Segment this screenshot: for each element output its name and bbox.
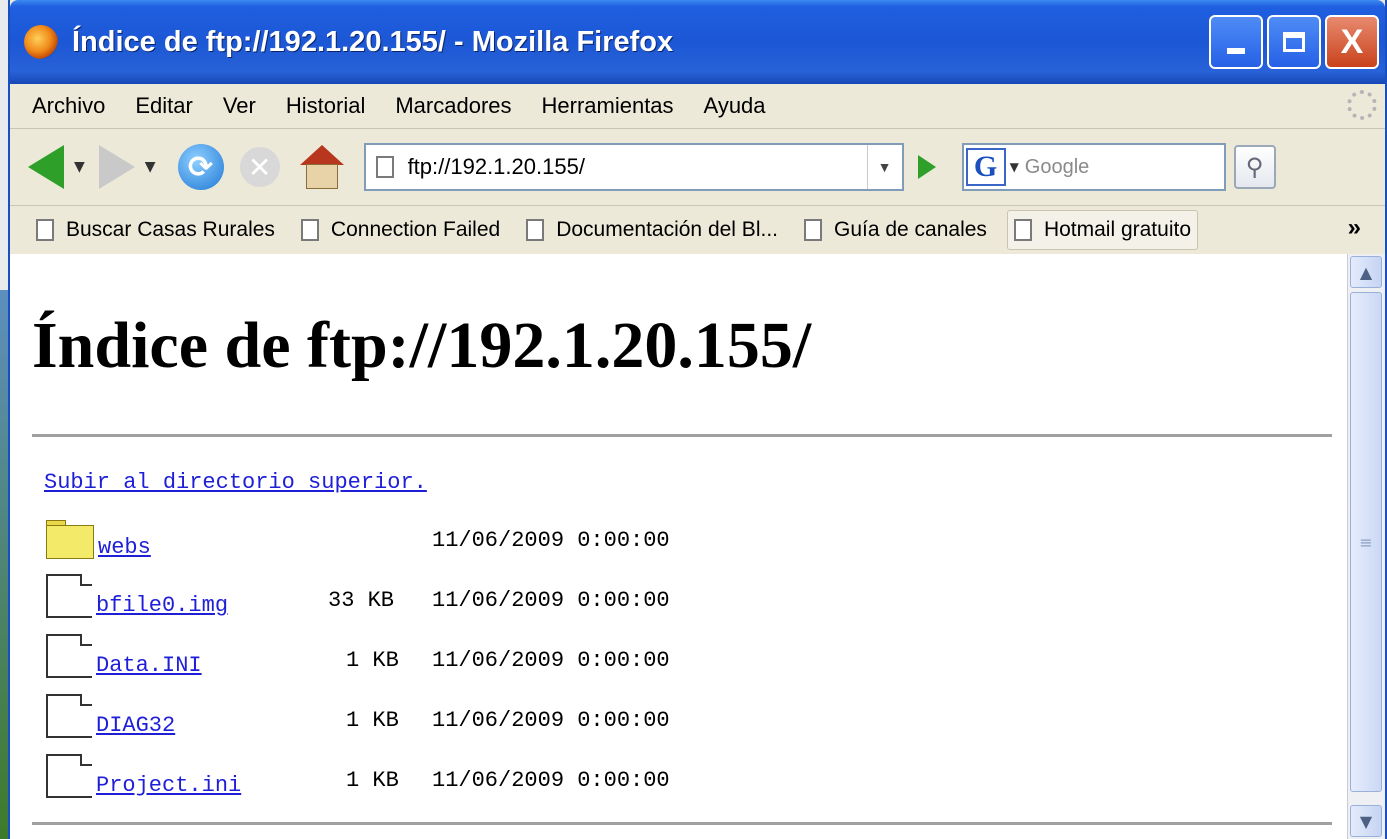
entry-size: 1 KB (346, 768, 399, 793)
parent-directory-link[interactable]: Subir al directorio superior. (44, 470, 427, 495)
page-content: Índice de ftp://192.1.20.155/ Subir al d… (10, 254, 1349, 839)
menu-bar: Archivo Editar Ver Historial Marcadores … (10, 84, 1385, 129)
listing-row: Data.INI (46, 634, 202, 678)
menu-ver[interactable]: Ver (223, 93, 256, 119)
search-input[interactable]: Google (1025, 156, 1090, 179)
bookmark-page-icon (804, 219, 822, 241)
folder-icon[interactable] (46, 520, 94, 560)
menu-historial[interactable]: Historial (286, 93, 365, 119)
entry-size: 33 KB (328, 588, 395, 613)
bookmark-item[interactable]: Buscar Casas Rurales (30, 210, 281, 250)
url-text[interactable]: ftp://192.1.20.155/ (408, 154, 585, 180)
search-button[interactable]: ⚲ (1233, 145, 1276, 189)
forward-button[interactable] (98, 145, 135, 189)
menu-archivo[interactable]: Archivo (32, 93, 105, 119)
entry-link[interactable]: webs (98, 535, 151, 560)
entry-date: 11/06/2009 0:00:00 (432, 648, 670, 673)
entry-link[interactable]: Data.INI (96, 653, 202, 678)
chevron-down-icon: ▼ (1359, 811, 1373, 831)
listing-row: webs (46, 516, 151, 560)
close-button[interactable]: X (1325, 15, 1379, 69)
entry-size: 1 KB (346, 708, 399, 733)
chevron-up-icon: ▲ (1359, 262, 1373, 282)
page-heading: Índice de ftp://192.1.20.155/ (32, 309, 812, 382)
page-icon (375, 156, 394, 178)
file-icon[interactable] (46, 694, 92, 738)
file-icon[interactable] (46, 754, 92, 798)
entry-link[interactable]: DIAG32 (96, 713, 175, 738)
back-button[interactable] (28, 145, 64, 189)
search-engine-dropdown[interactable]: ▼ (1010, 160, 1019, 174)
listing-row: bfile0.img (46, 574, 228, 618)
navigation-toolbar: ▼ ▼ ⟳ ✕ ftp://192.1.20.155/ ▼ G ▼ Google… (10, 129, 1385, 206)
entry-link[interactable]: bfile0.img (96, 593, 228, 618)
maximize-icon (1283, 32, 1305, 52)
bookmark-item[interactable]: Documentación del Bl... (520, 210, 784, 250)
scrollbar-thumb[interactable]: ≡ (1350, 292, 1382, 792)
file-icon[interactable] (46, 574, 92, 618)
scroll-up-button[interactable]: ▲ (1350, 256, 1382, 288)
activity-throbber-icon (1347, 90, 1377, 120)
listing-row: Project.ini (46, 754, 241, 798)
entry-link[interactable]: Project.ini (96, 773, 241, 798)
go-icon[interactable] (917, 155, 936, 179)
bookmark-page-icon (36, 219, 54, 241)
browser-window: Índice de ftp://192.1.20.155/ - Mozilla … (8, 0, 1387, 839)
maximize-button[interactable] (1267, 15, 1321, 69)
bookmarks-overflow-chevron[interactable]: » (1348, 214, 1361, 242)
entry-date: 11/06/2009 0:00:00 (432, 768, 670, 793)
reload-icon: ⟳ (187, 149, 214, 185)
minimize-icon (1227, 48, 1245, 54)
forward-history-dropdown[interactable]: ▼ (145, 159, 156, 175)
magnifier-icon: ⚲ (1245, 153, 1264, 181)
firefox-icon (24, 25, 58, 59)
bookmark-page-icon (1013, 219, 1032, 241)
entry-date: 11/06/2009 0:00:00 (432, 708, 670, 733)
search-engine-logo[interactable]: G (965, 148, 1006, 186)
bookmark-item[interactable]: Hotmail gratuito (1006, 210, 1198, 250)
menu-marcadores[interactable]: Marcadores (395, 93, 511, 119)
reload-button[interactable]: ⟳ (177, 144, 224, 190)
menu-ayuda[interactable]: Ayuda (704, 93, 766, 119)
entry-size: 1 KB (346, 648, 399, 673)
minimize-button[interactable] (1209, 15, 1263, 69)
forward-arrow-icon (98, 145, 135, 189)
bookmark-item[interactable]: Connection Failed (295, 210, 506, 250)
close-icon: X (1340, 22, 1364, 61)
entry-date: 11/06/2009 0:00:00 (432, 528, 670, 553)
stop-icon: ✕ (247, 150, 272, 184)
search-bar[interactable]: G ▼ Google (961, 143, 1226, 191)
stop-button[interactable]: ✕ (239, 147, 280, 187)
listing-row: DIAG32 (46, 694, 175, 738)
vertical-scrollbar[interactable]: ▲ ≡ ▼ (1347, 254, 1385, 839)
bookmark-item[interactable]: Guía de canales (798, 210, 993, 250)
divider-bottom (32, 822, 1332, 825)
home-icon (299, 145, 344, 165)
home-button[interactable] (299, 145, 344, 189)
bookmark-page-icon (526, 219, 545, 241)
url-history-dropdown[interactable]: ▼ (866, 145, 902, 189)
bookmarks-toolbar: Buscar Casas Rurales Connection Failed D… (10, 206, 1385, 255)
bookmark-page-icon (300, 219, 319, 241)
menu-herramientas[interactable]: Herramientas (542, 93, 674, 119)
grip-icon: ≡ (1359, 532, 1373, 552)
entry-date: 11/06/2009 0:00:00 (432, 588, 670, 613)
divider-top (32, 434, 1332, 437)
url-bar[interactable]: ftp://192.1.20.155/ ▼ (363, 143, 904, 191)
scroll-down-button[interactable]: ▼ (1350, 805, 1382, 837)
window-title: Índice de ftp://192.1.20.155/ - Mozilla … (72, 25, 674, 58)
title-bar[interactable]: Índice de ftp://192.1.20.155/ - Mozilla … (10, 0, 1385, 84)
file-icon[interactable] (46, 634, 92, 678)
back-arrow-icon (28, 145, 64, 189)
menu-editar[interactable]: Editar (135, 93, 192, 119)
back-history-dropdown[interactable]: ▼ (74, 159, 85, 175)
